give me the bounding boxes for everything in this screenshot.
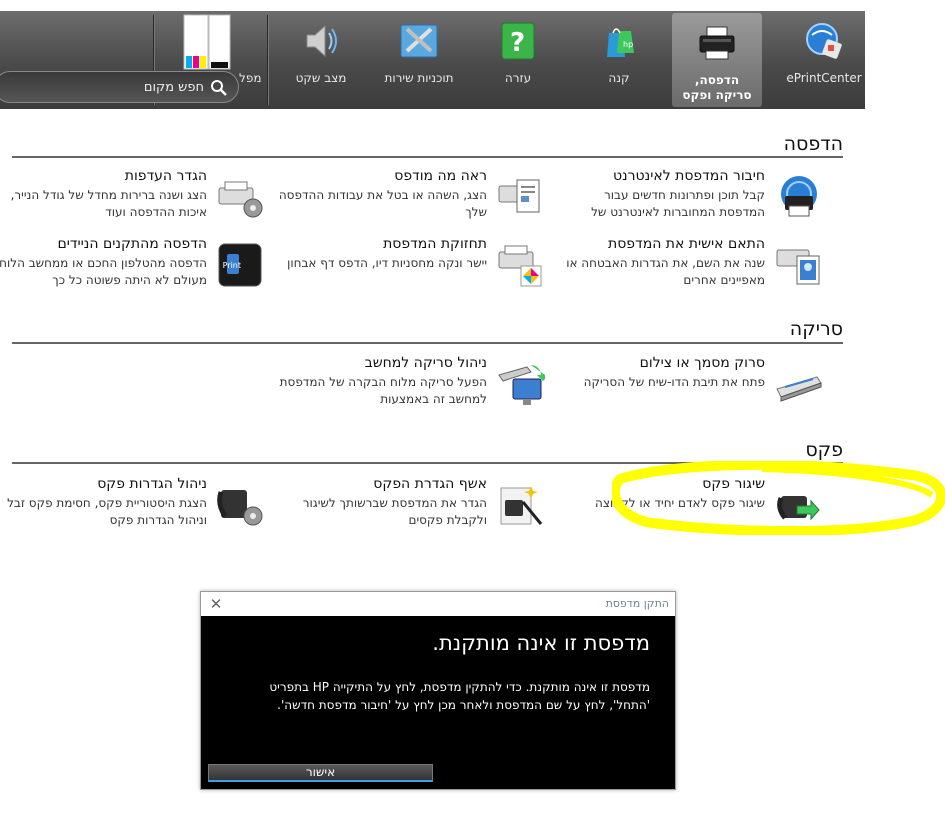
task-send-fax[interactable]: שיגור פקס שיגור פקס לאדם יחיד או לקבוצה xyxy=(558,476,823,536)
task-description: הדפסה מהטלפון החכם או ממחשב הלוח מעולם ל… xyxy=(0,256,207,287)
task-mobile-print[interactable]: Print הדפסה מהתקנים הניידים הדפסה מהטלפו… xyxy=(0,236,265,296)
toolbar-eprintcenter[interactable]: ePrintCenter xyxy=(783,11,865,109)
dialog-message: מדפסת זו אינה מותקנת. כדי להתקין מדפסת, … xyxy=(269,680,650,712)
task-title: הגדר העדפות xyxy=(124,168,207,184)
svg-text:?: ? xyxy=(510,28,525,58)
task-title: הדפסה מהתקנים הניידים xyxy=(57,236,207,252)
search-box[interactable] xyxy=(0,71,239,103)
section-divider xyxy=(12,342,843,344)
section-title-fax: פקס xyxy=(805,439,843,461)
task-scan-document[interactable]: סרוק מסמך או צילום פתח את תיבת הדו-שיח ש… xyxy=(558,355,823,415)
dialog-heading: מדפסת זו אינה מותקנת. xyxy=(432,631,650,655)
toolbar-print-scan-fax[interactable]: הדפסה, סריקה ופקס xyxy=(672,13,762,107)
task-title: ניהול סריקה למחשב xyxy=(364,355,487,371)
printer-settings-icon xyxy=(218,181,263,218)
dialog-title: התקן מדפסת xyxy=(605,597,669,610)
task-fax-setup-wizard[interactable]: אשף הגדרת הפקס הגדר את המדפסת שברשותך לש… xyxy=(280,476,545,536)
ink-levels-indicator[interactable] xyxy=(183,14,231,70)
task-title: ניהול הגדרות פקס xyxy=(97,476,207,492)
ink-yellow xyxy=(200,56,206,68)
section-title-print: הדפסה xyxy=(783,133,843,155)
toolbar: ePrintCenter הדפסה, סריקה ופקס hp קנה ? … xyxy=(0,11,865,109)
task-manage-scan-to-computer[interactable]: ניהול סריקה למחשב הפעל סריקה מלוח הבקרה … xyxy=(280,355,545,415)
task-description: קבל תוכן ופתרונות חדשים עבור המדפסת המחו… xyxy=(591,188,765,219)
task-connect-printer-web[interactable]: חיבור המדפסת לאינטרנט קבל תוכן ופתרונות … xyxy=(558,168,823,228)
scanner-icon xyxy=(776,376,822,402)
toolbar-help-label: עזרה xyxy=(504,71,532,85)
task-maintain-printer[interactable]: תחזוקת המדפסת יישר ונקה מחסניות דיו, הדפ… xyxy=(280,236,545,296)
fax-settings-icon xyxy=(217,490,263,526)
ink-cyan xyxy=(186,56,192,68)
ink-black xyxy=(211,62,228,68)
svg-text:Print: Print xyxy=(223,261,241,270)
task-set-preferences[interactable]: הגדר העדפות הצג ושנה ברירות מחדל של גודל… xyxy=(0,168,265,228)
shopping-bag-icon: hp xyxy=(607,28,634,57)
task-description: פתח את תיבת הדו-שיח של הסריקה xyxy=(583,375,765,389)
task-description: הצג, השהה או בטל את עבודות ההדפסה שלך xyxy=(278,188,487,219)
printer-maintenance-icon xyxy=(498,245,542,287)
ink-levels-icon xyxy=(183,14,231,70)
printer-icon xyxy=(699,26,735,60)
toolbar-utilities-label: תוכניות שירות xyxy=(384,71,454,85)
tools-icon xyxy=(400,24,438,58)
toolbar-shop-label: קנה xyxy=(608,71,630,85)
task-title: התאם אישית את המדפסת xyxy=(608,236,765,252)
fax-wizard-icon xyxy=(500,486,543,525)
task-description: הפעל סריקה מלוח הבקרה של המדפסת למחשב זה… xyxy=(279,375,487,406)
toolbar-utilities[interactable]: תוכניות שירות xyxy=(375,11,463,109)
toolbar-eprintcenter-label: ePrintCenter xyxy=(786,71,862,85)
close-icon[interactable]: ✕ xyxy=(207,595,225,613)
send-fax-icon xyxy=(777,496,820,521)
svg-text:hp: hp xyxy=(623,40,633,49)
web-printer-icon xyxy=(781,176,817,217)
printer-customize-icon xyxy=(776,249,820,285)
mobile-print-icon: Print xyxy=(218,243,262,287)
speaker-icon xyxy=(306,24,337,58)
toolbar-shop[interactable]: hp קנה xyxy=(578,11,660,109)
toolbar-quiet-mode-label: מצב שקט xyxy=(295,71,347,85)
ok-button[interactable]: אישור xyxy=(208,764,433,782)
section-divider xyxy=(12,462,843,464)
task-title: סרוק מסמך או צילום xyxy=(639,355,765,371)
task-description: הגדר את המדפסת שברשותך לשיגור ולקבלת פקס… xyxy=(302,496,487,527)
task-title: ראה מה מודפס xyxy=(394,168,487,184)
scan-to-computer-icon xyxy=(498,365,545,405)
task-title: אשף הגדרת הפקס xyxy=(373,476,487,492)
task-description: יישר ונקה מחסניות דיו, הדפס דף אבחון xyxy=(287,256,487,270)
task-title: שיגור פקס xyxy=(702,476,765,492)
dialog-titlebar: התקן מדפסת ✕ xyxy=(201,592,675,616)
install-printer-dialog: התקן מדפסת ✕ מדפסת זו אינה מותקנת. מדפסת… xyxy=(200,591,676,790)
help-icon: ? xyxy=(501,22,535,60)
eprint-center-icon xyxy=(806,23,842,59)
toolbar-divider xyxy=(267,15,268,105)
toolbar-quiet-mode[interactable]: מצב שקט xyxy=(280,11,362,109)
task-description: שנה את השם, את הגדרות האבטחה או מאפיינים… xyxy=(566,256,765,287)
task-description: הצגת היסטוריית פקס, חסימת פקס זבל וניהול… xyxy=(7,496,207,527)
toolbar-print-scan-fax-label: הדפסה, סריקה ופקס xyxy=(682,73,752,102)
task-title: חיבור המדפסת לאינטרנט xyxy=(612,168,765,184)
task-customize-printer[interactable]: התאם אישית את המדפסת שנה את השם, את הגדר… xyxy=(558,236,823,296)
print-queue-icon xyxy=(498,179,540,213)
ink-magenta xyxy=(193,56,199,68)
task-manage-fax-settings[interactable]: ניהול הגדרות פקס הצגת היסטוריית פקס, חסי… xyxy=(0,476,265,536)
toolbar-fragment-label: מפל xyxy=(239,71,262,85)
search-icon[interactable] xyxy=(210,79,228,97)
task-description: שיגור פקס לאדם יחיד או לקבוצה xyxy=(595,496,765,510)
section-divider xyxy=(12,156,843,158)
task-see-whats-printing[interactable]: ראה מה מודפס הצג, השהה או בטל את עבודות … xyxy=(278,168,545,228)
task-title: תחזוקת המדפסת xyxy=(383,236,487,252)
task-description: הצג ושנה ברירות מחדל של גודל הנייר, איכו… xyxy=(10,188,207,219)
search-input[interactable] xyxy=(14,77,204,97)
section-title-scan: סריקה xyxy=(789,318,843,340)
toolbar-help[interactable]: ? עזרה xyxy=(478,11,558,109)
